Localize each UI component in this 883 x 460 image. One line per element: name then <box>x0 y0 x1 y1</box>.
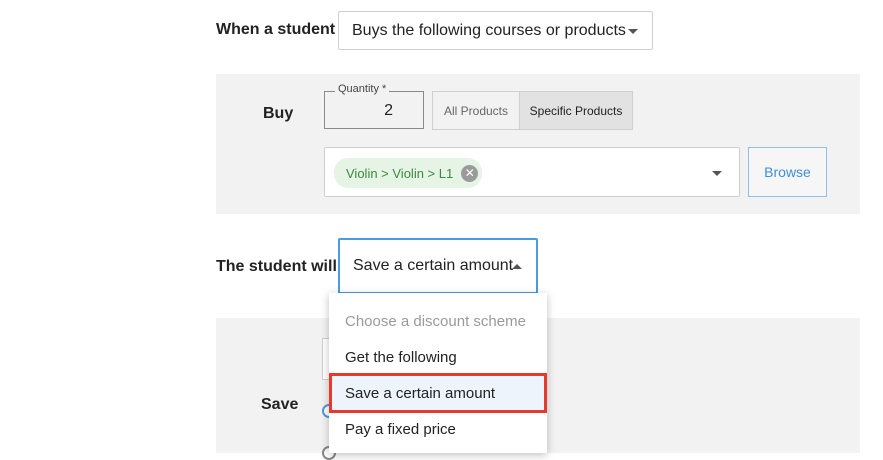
trigger-label: When a student <box>216 21 336 38</box>
dropdown-option-get-following[interactable]: Get the following <box>329 339 547 375</box>
dropdown-option-save-amount[interactable]: Save a certain amount <box>329 373 547 413</box>
action-select[interactable]: Save a certain amount <box>338 238 538 294</box>
trigger-select-value: Buys the following courses or products <box>352 21 626 39</box>
product-tag-label: Violin > Violin > L1 <box>346 165 454 181</box>
chevron-up-icon <box>512 264 522 269</box>
product-scope-toggle: All Products Specific Products <box>432 91 633 130</box>
product-select[interactable]: Violin > Violin > L1 ✕ <box>324 147 740 197</box>
segment-specific-products[interactable]: Specific Products <box>520 92 632 129</box>
browse-button[interactable]: Browse <box>748 147 827 197</box>
dropdown-option-placeholder: Choose a discount scheme <box>345 312 526 330</box>
save-label: Save <box>261 396 299 413</box>
trigger-select[interactable]: Buys the following courses or products <box>338 11 653 50</box>
chevron-down-icon <box>712 171 722 176</box>
action-label: The student will <box>216 258 337 275</box>
remove-tag-icon[interactable]: ✕ <box>461 164 479 182</box>
dropdown-option-fixed-price[interactable]: Pay a fixed price <box>329 411 547 447</box>
discount-scheme-dropdown: Choose a discount scheme Get the followi… <box>329 293 547 453</box>
segment-all-products[interactable]: All Products <box>433 92 520 129</box>
buy-label: Buy <box>263 105 294 122</box>
quantity-label: Quantity * <box>335 83 390 95</box>
quantity-field[interactable]: 2 <box>324 91 424 129</box>
chevron-down-icon <box>628 29 638 34</box>
action-select-value: Save a certain amount <box>353 257 514 274</box>
product-tag: Violin > Violin > L1 ✕ <box>334 158 483 188</box>
quantity-value: 2 <box>384 102 393 119</box>
